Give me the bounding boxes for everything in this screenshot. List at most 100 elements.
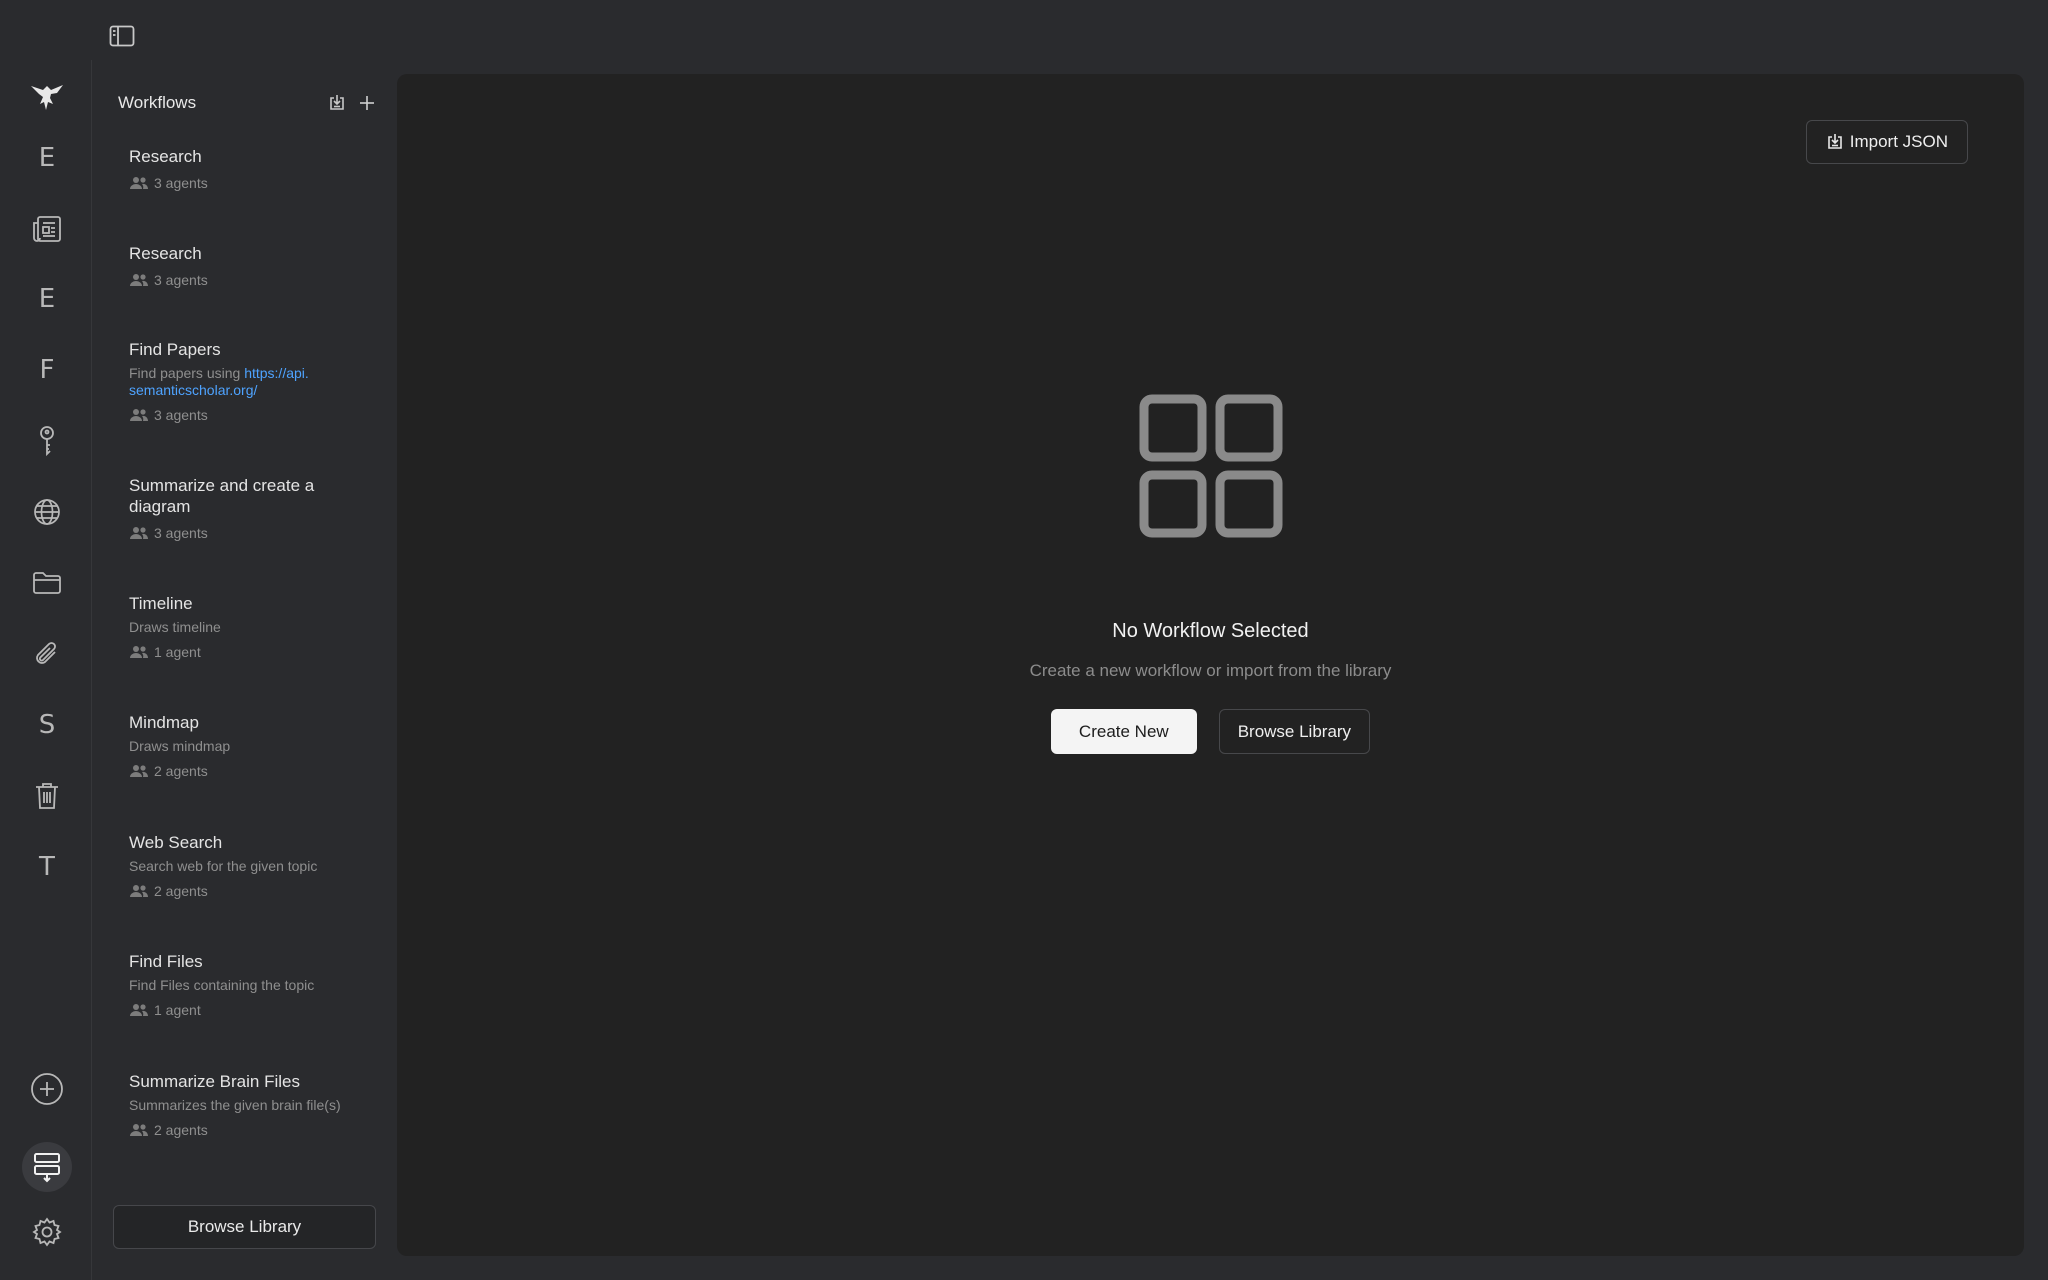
workflow-title: Timeline [129, 594, 193, 613]
users-icon [130, 1124, 149, 1136]
plus-circle-icon [31, 1073, 63, 1105]
rail-item-s[interactable]: S [22, 700, 72, 750]
add-button[interactable] [22, 1064, 72, 1114]
workflow-description: Summarizes the given brain file(s) [129, 1097, 341, 1113]
empty-state-title: No Workflow Selected [1112, 620, 1309, 642]
workflow-item[interactable]: Mindmap Draws mindmap 2 agents [129, 712, 379, 779]
app-logo[interactable] [22, 72, 72, 122]
workflow-description: Draws timeline [129, 619, 221, 635]
workflow-item[interactable]: Summarize Brain Files Summarizes the giv… [129, 1071, 379, 1138]
workflow-title: Web Search [129, 833, 223, 852]
workflow-agents: 3 agents [129, 525, 379, 541]
import-icon [330, 95, 344, 110]
create-new-button[interactable]: Create New [1050, 709, 1197, 754]
workflow-agents: 2 agents [129, 883, 379, 899]
agents-count: 1 agent [154, 1002, 201, 1018]
empty-state-subtitle: Create a new workflow or import from the… [1029, 661, 1392, 680]
workflows-panel: Workflows Research 3 agents Research 3 a… [92, 74, 396, 1280]
workflow-item[interactable]: Summarize and create a diagram 3 agents [129, 475, 379, 541]
workflow-icon [34, 1153, 60, 1183]
users-icon [130, 885, 149, 897]
workflow-agents: 2 agents [129, 763, 379, 779]
rail-item-e2[interactable]: E [22, 274, 72, 324]
workflow-item[interactable]: Find Files Find Files containing the top… [129, 951, 379, 1018]
pegasus-logo-icon [31, 85, 63, 110]
main-content: Import JSON No Workflow Selected Create … [397, 74, 2024, 1256]
empty-state: No Workflow Selected Create a new workfl… [397, 394, 2024, 754]
import-json-button[interactable]: Import JSON [1805, 120, 1968, 164]
workflow-title: Summarize and create a diagram [129, 476, 315, 516]
description-text: Find papers using [129, 365, 245, 381]
settings-button[interactable] [22, 1207, 72, 1257]
workflow-description: Search web for the given topic [129, 858, 318, 874]
workflow-agents: 1 agent [129, 644, 379, 660]
agents-count: 3 agents [154, 272, 208, 288]
users-icon [130, 646, 149, 658]
users-icon [130, 527, 149, 539]
rail-item-globe[interactable] [22, 487, 72, 537]
rail-item-attachment[interactable] [22, 629, 72, 679]
workflow-title: Mindmap [129, 713, 199, 732]
sidebar-toggle-icon [109, 25, 135, 47]
users-icon [130, 1004, 149, 1016]
workflow-item[interactable]: Find Papers Find papers using https://ap… [129, 339, 379, 423]
panel-header: Workflows [118, 88, 380, 118]
rail-item-news[interactable] [22, 204, 72, 254]
workflow-title: Find Papers [129, 340, 221, 359]
rail-item-key[interactable] [22, 416, 72, 466]
key-icon [40, 426, 54, 457]
workflow-agents: 3 agents [129, 175, 379, 191]
agents-count: 1 agent [154, 644, 201, 660]
workflow-title: Find Files [129, 952, 203, 971]
users-icon [130, 409, 149, 421]
globe-icon [34, 499, 60, 525]
workflow-title: Research [129, 244, 202, 263]
rail-item-folder[interactable] [22, 558, 72, 608]
add-workflow-button[interactable] [354, 90, 380, 116]
gear-icon [32, 1217, 62, 1247]
workflow-item[interactable]: Timeline Draws timeline 1 agent [129, 593, 379, 660]
workflow-agents: 3 agents [129, 407, 379, 423]
rail-item-t[interactable]: T [22, 842, 72, 892]
workflow-description: Find papers using https://api.semanticsc… [129, 365, 309, 399]
rail-item-f[interactable]: F [22, 345, 72, 395]
panel-title: Workflows [118, 93, 197, 112]
rail-item-workflows[interactable] [22, 1142, 72, 1192]
sidebar-browse-library-button[interactable]: Browse Library [113, 1205, 376, 1249]
users-icon [130, 274, 149, 286]
folder-icon [33, 572, 61, 594]
plus-icon [360, 96, 374, 110]
trash-icon [36, 783, 58, 809]
workflow-description: Find Files containing the topic [129, 977, 315, 993]
agents-count: 2 agents [154, 1122, 208, 1138]
paperclip-icon [36, 642, 56, 664]
agents-count: 3 agents [154, 175, 208, 191]
top-bar [0, 0, 2048, 74]
icon-rail: E E F S T [0, 60, 92, 1280]
workflow-title: Summarize Brain Files [129, 1072, 300, 1091]
agents-count: 3 agents [154, 525, 208, 541]
workflow-description: Draws mindmap [129, 738, 231, 754]
import-icon [1827, 134, 1842, 149]
agents-count: 3 agents [154, 407, 208, 423]
empty-state-actions: Create New Browse Library [1050, 709, 1371, 754]
newspaper-icon [33, 216, 61, 242]
import-workflow-button[interactable] [324, 90, 350, 116]
browse-library-button[interactable]: Browse Library [1218, 709, 1371, 754]
sidebar-toggle-button[interactable] [108, 24, 136, 48]
workflow-item[interactable]: Web Search Search web for the given topi… [129, 832, 379, 899]
workflow-item[interactable]: Research 3 agents [129, 243, 379, 288]
workflow-item[interactable]: Research 3 agents [129, 146, 379, 191]
users-icon [130, 177, 149, 189]
workflow-agents: 3 agents [129, 272, 379, 288]
workflow-agents: 1 agent [129, 1002, 379, 1018]
grid-icon [1139, 394, 1282, 538]
workflow-title: Research [129, 147, 202, 166]
rail-item-trash[interactable] [22, 771, 72, 821]
agents-count: 2 agents [154, 763, 208, 779]
users-icon [130, 765, 149, 777]
workflow-agents: 2 agents [129, 1122, 379, 1138]
import-json-label: Import JSON [1849, 132, 1948, 151]
agents-count: 2 agents [154, 883, 208, 899]
rail-item-e1[interactable]: E [22, 133, 72, 183]
